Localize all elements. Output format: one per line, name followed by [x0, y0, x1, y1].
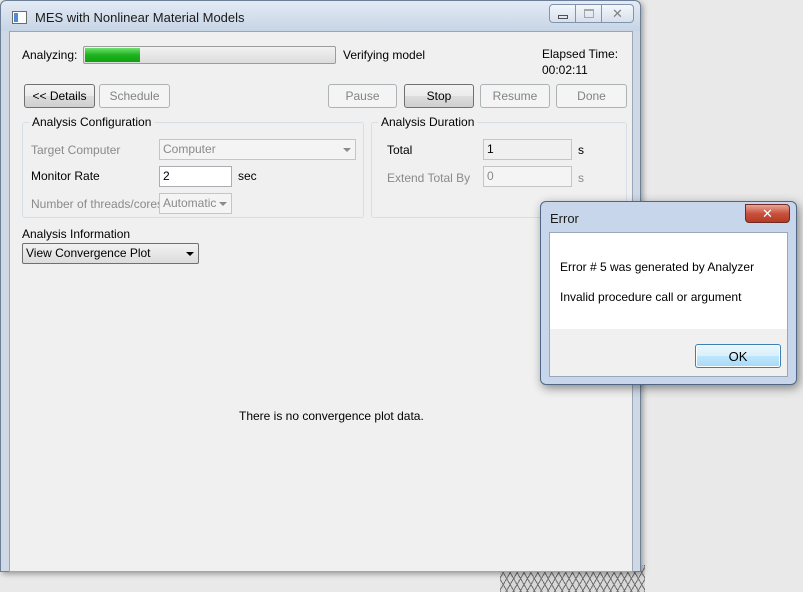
- threads-label: Number of threads/cores: [31, 197, 164, 211]
- close-icon: ✕: [762, 206, 773, 221]
- caption-buttons: ✕: [549, 4, 634, 23]
- target-computer-select[interactable]: Computer: [159, 139, 356, 160]
- details-button[interactable]: << Details: [24, 84, 95, 108]
- progress-status-text: Verifying model: [343, 48, 426, 62]
- maximize-button[interactable]: [575, 4, 602, 23]
- error-message-area: Error # 5 was generated by Analyzer Inva…: [550, 233, 787, 329]
- resume-button[interactable]: Resume: [480, 84, 550, 108]
- no-plot-data-message: There is no convergence plot data.: [239, 409, 424, 423]
- view-select[interactable]: View Convergence Plot: [22, 243, 199, 264]
- threads-select[interactable]: Automatic: [159, 193, 232, 214]
- extend-total-label: Extend Total By: [387, 171, 471, 185]
- monitor-rate-label: Monitor Rate: [31, 169, 100, 183]
- minimize-button[interactable]: [549, 4, 576, 23]
- threads-value: Automatic: [163, 196, 217, 210]
- extend-total-input[interactable]: 0: [483, 166, 572, 187]
- analyzing-label: Analyzing:: [22, 48, 78, 62]
- app-icon: [12, 11, 27, 24]
- analysis-duration-title: Analysis Duration: [378, 115, 478, 129]
- error-dialog-body: Error # 5 was generated by Analyzer Inva…: [549, 232, 788, 377]
- minimize-icon: [558, 15, 568, 19]
- total-label: Total: [387, 143, 413, 157]
- schedule-button[interactable]: Schedule: [99, 84, 170, 108]
- elapsed-time-label: Elapsed Time:: [542, 47, 619, 61]
- extend-total-unit: s: [578, 171, 584, 185]
- title-bar[interactable]: MES with Nonlinear Material Models ✕: [1, 1, 640, 31]
- chevron-down-icon: [343, 148, 351, 152]
- progress-fill: [85, 48, 141, 62]
- error-message-line2: Invalid procedure call or argument: [560, 290, 742, 304]
- target-computer-label: Target Computer: [31, 143, 121, 157]
- error-message-line1: Error # 5 was generated by Analyzer: [560, 260, 755, 274]
- progress-bar: [83, 46, 336, 64]
- chevron-down-icon: [186, 252, 194, 256]
- view-select-value: View Convergence Plot: [26, 246, 151, 260]
- monitor-rate-unit: sec: [238, 169, 257, 183]
- error-dialog: Error ✕ Error # 5 was generated by Analy…: [540, 201, 797, 385]
- chevron-down-icon: [219, 202, 227, 206]
- done-button[interactable]: Done: [556, 84, 627, 108]
- total-input[interactable]: 1: [483, 139, 572, 160]
- window-title: MES with Nonlinear Material Models: [35, 10, 245, 25]
- close-icon: ✕: [612, 6, 623, 21]
- target-computer-value: Computer: [163, 142, 216, 156]
- monitor-rate-input[interactable]: 2: [159, 166, 232, 187]
- close-button[interactable]: ✕: [601, 4, 634, 23]
- maximize-icon: [584, 9, 594, 18]
- error-dialog-title: Error: [550, 211, 579, 226]
- analysis-configuration-group: Analysis Configuration Target Computer C…: [22, 115, 364, 218]
- total-unit: s: [578, 143, 584, 157]
- error-close-button[interactable]: ✕: [745, 204, 790, 223]
- stop-button[interactable]: Stop: [404, 84, 474, 108]
- ok-button[interactable]: OK: [695, 344, 781, 368]
- elapsed-time-value: 00:02:11: [542, 63, 588, 77]
- analysis-information-label: Analysis Information: [22, 227, 131, 241]
- pause-button[interactable]: Pause: [328, 84, 397, 108]
- analysis-configuration-title: Analysis Configuration: [29, 115, 155, 129]
